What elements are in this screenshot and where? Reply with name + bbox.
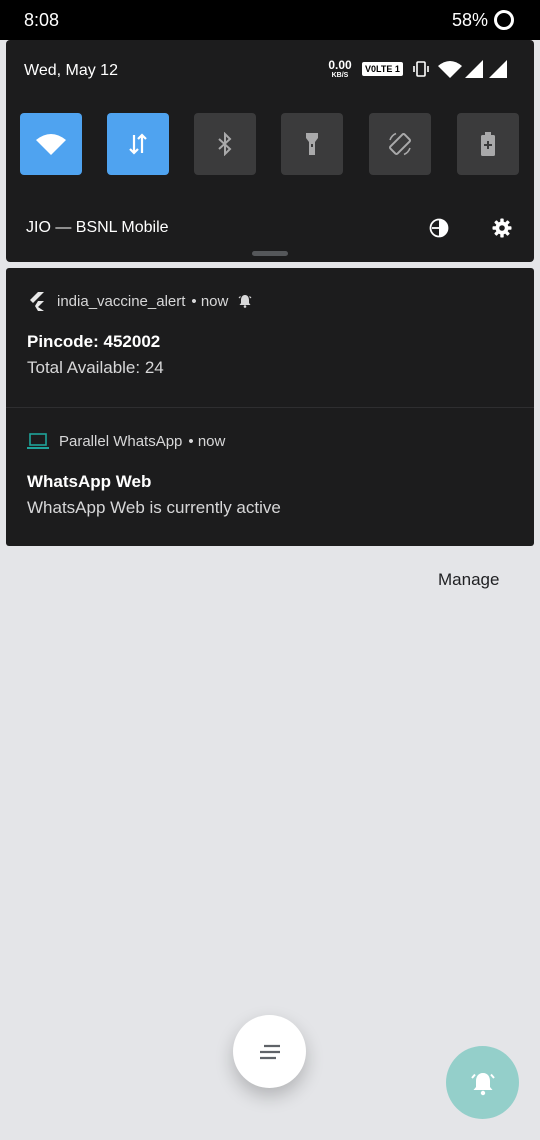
battery-saver-icon — [481, 132, 495, 156]
date[interactable]: Wed, May 12 — [24, 62, 118, 80]
manage-button[interactable]: Manage — [438, 570, 499, 590]
notification-vaccine-alert[interactable]: india_vaccine_alert • now Pincode: 45200… — [6, 268, 534, 407]
notification-title: Pincode: 452002 — [27, 332, 161, 351]
night-mode-icon[interactable] — [429, 218, 449, 238]
wifi-icon — [438, 61, 462, 78]
bluetooth-icon — [218, 132, 232, 156]
signal-icon — [465, 60, 483, 78]
notification-header: Parallel WhatsApp • now — [27, 431, 225, 451]
carrier-label: JIO — BSNL Mobile — [26, 219, 169, 236]
laptop-icon — [27, 433, 49, 449]
tile-wifi[interactable] — [20, 113, 82, 175]
notification-app-name: india_vaccine_alert — [57, 292, 186, 310]
notification-list-icon — [259, 1044, 280, 1059]
drag-handle[interactable] — [252, 251, 288, 256]
auto-rotate-icon — [389, 132, 411, 156]
battery-percentage: 58% — [451, 10, 488, 30]
notification-whatsapp-web[interactable]: Parallel WhatsApp • now WhatsApp Web Wha… — [6, 408, 534, 546]
notification-title: WhatsApp Web — [27, 472, 152, 491]
tile-flashlight[interactable] — [281, 113, 343, 175]
flutter-icon — [30, 292, 44, 311]
notification-text: WhatsApp Web is currently active — [27, 498, 281, 517]
notification-header: india_vaccine_alert • now — [27, 291, 252, 311]
vibrate-icon — [413, 61, 429, 77]
notification-app-name: Parallel WhatsApp — [59, 432, 183, 450]
mobile-data-icon — [129, 133, 147, 155]
tile-battery-saver[interactable] — [457, 113, 519, 175]
status-bar: 8:08 58% — [0, 0, 540, 40]
notification-time: • now — [188, 432, 226, 450]
network-speed-value: 0.00 — [328, 58, 352, 72]
wifi-icon — [36, 134, 66, 155]
battery-saver-ring-icon — [494, 10, 514, 30]
notification-time: • now — [191, 292, 229, 310]
network-speed: 0.00 KB/S — [327, 59, 353, 79]
dnd-button[interactable] — [446, 1046, 519, 1119]
notification-text: Total Available: 24 — [27, 358, 164, 377]
bell-icon — [238, 295, 252, 308]
tile-mobile-data[interactable] — [107, 113, 169, 175]
notification-list-button[interactable] — [233, 1015, 306, 1088]
gear-icon[interactable] — [492, 218, 512, 238]
dnd-bell-icon — [470, 1072, 495, 1095]
flashlight-icon — [306, 133, 318, 155]
network-speed-unit: KB/S — [331, 72, 349, 79]
signal-icon — [489, 60, 507, 78]
volte-badge: V0LTE 1 — [362, 62, 403, 76]
clock: 8:08 — [24, 10, 60, 30]
tile-bluetooth[interactable] — [194, 113, 256, 175]
quick-settings-panel: Wed, May 12 0.00 KB/S V0LTE 1 JIO — BSNL… — [6, 40, 534, 262]
tile-auto-rotate[interactable] — [369, 113, 431, 175]
